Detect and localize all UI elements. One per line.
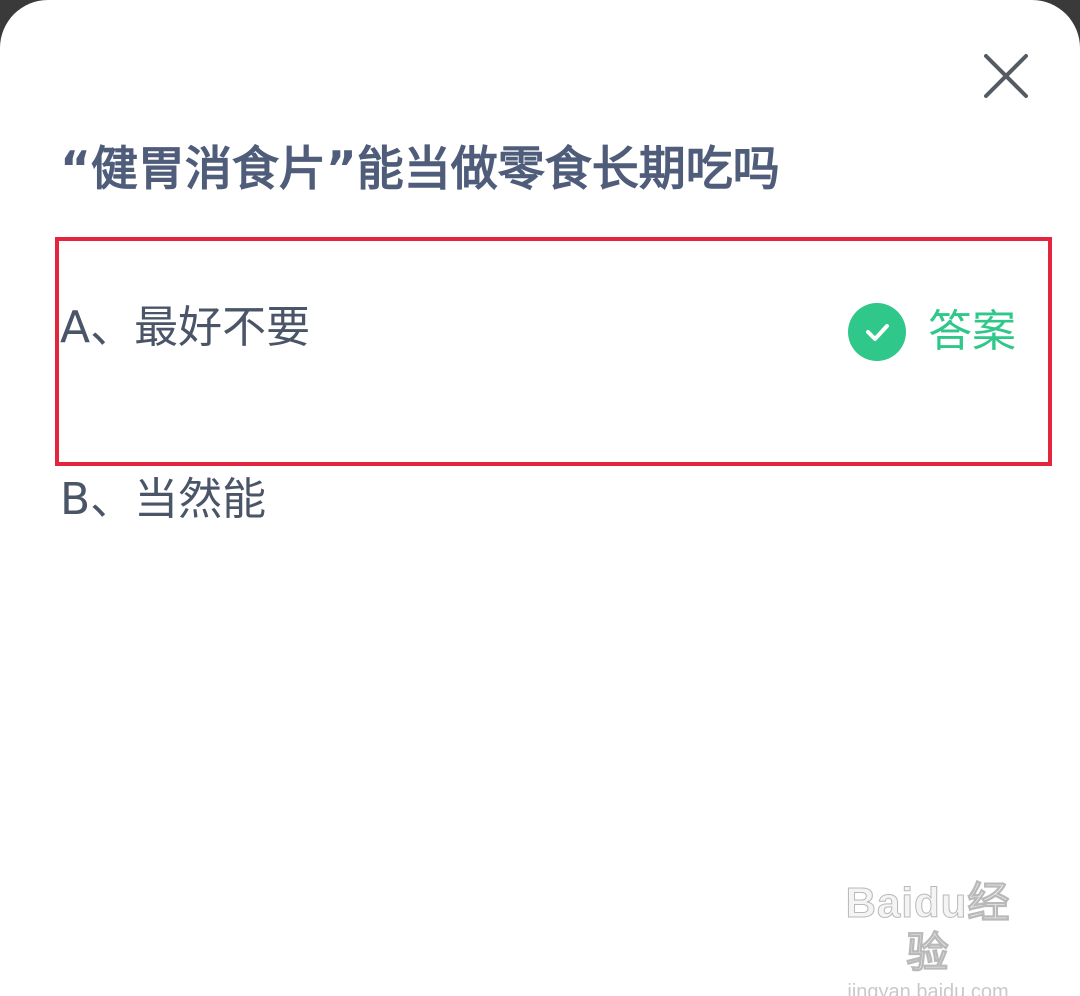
baidu-jingyan-watermark: Baidu经验 jingyan.baidu.com [828, 878, 1028, 996]
page: “健胃消食片”能当做零食长期吃吗 A、最好不要 答案 B、当然能 Baidu经验… [0, 0, 1080, 996]
option-a-label: A、最好不要 [60, 302, 311, 353]
watermark-url: jingyan.baidu.com [847, 981, 1009, 996]
option-b-label: B、当然能 [60, 474, 267, 525]
option-b[interactable]: B、当然能 [60, 470, 660, 534]
close-icon [984, 54, 1028, 98]
answer-tag: 答案 [848, 302, 1016, 362]
watermark-logo: Baidu经验 [845, 879, 1011, 977]
question-title: “健胃消食片”能当做零食长期吃吗 [60, 142, 780, 197]
check-circle-icon [848, 303, 906, 361]
answer-label: 答案 [928, 306, 1016, 357]
quiz-dialog: “健胃消食片”能当做零食长期吃吗 A、最好不要 答案 B、当然能 Baidu经验… [0, 0, 1080, 996]
close-button[interactable] [976, 46, 1036, 106]
